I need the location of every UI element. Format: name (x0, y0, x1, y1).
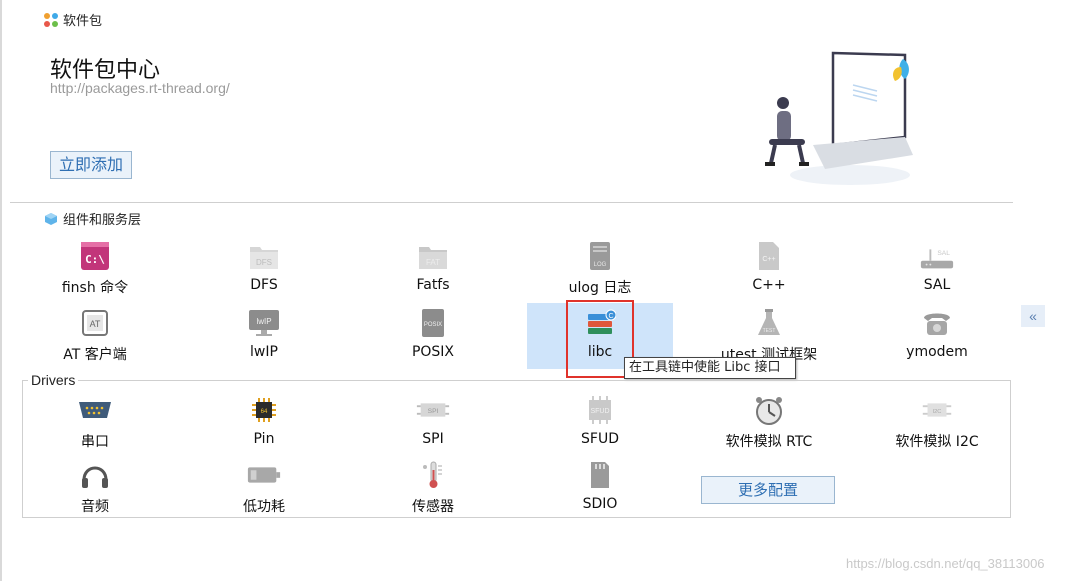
driver-label: SDIO (582, 496, 618, 512)
svg-text:AT: AT (90, 319, 101, 329)
svg-text:SAL: SAL (937, 250, 950, 257)
component-label: DFS (250, 277, 278, 293)
component-label: AT 客户端 (63, 347, 127, 363)
driver-label: 软件模拟 I2C (895, 434, 979, 450)
clock-icon (751, 394, 787, 426)
svg-text:C:\: C:\ (85, 253, 105, 266)
packages-url-link[interactable]: http://packages.rt-thread.org/ (50, 80, 230, 96)
driver-sdio[interactable]: SDIO (527, 455, 673, 521)
driver-label: 传感器 (412, 499, 454, 515)
component-label: POSIX (411, 344, 455, 360)
packages-header: 软件包 (44, 10, 102, 29)
driver-sfud[interactable]: SFUD SFUD (527, 390, 673, 456)
component-label: finsh 命令 (61, 280, 129, 296)
component-dfs[interactable]: DFS DFS (191, 236, 337, 302)
libc-tooltip: 在工具链中使能 Libc 接口 (624, 357, 796, 379)
posix-doc-icon: POSIX (415, 307, 451, 339)
at-device-icon: AT (77, 307, 113, 339)
component-ulog[interactable]: LOG ulog 日志 (527, 236, 673, 302)
more-config-button[interactable]: 更多配置 (701, 476, 835, 504)
i2c-icon: I2C (919, 394, 955, 426)
cpp-file-icon: C++ (751, 240, 787, 272)
component-label: lwIP (250, 344, 278, 360)
hero-illustration (765, 51, 913, 185)
svg-text:DFS: DFS (256, 258, 272, 267)
svg-text:SPI: SPI (428, 408, 439, 415)
svg-text:64: 64 (261, 409, 268, 415)
component-fatfs[interactable]: FAT Fatfs (360, 236, 506, 302)
driver-spi[interactable]: SPI SPI (360, 390, 506, 456)
component-label: ulog 日志 (568, 280, 632, 296)
drivers-group-title: Drivers (28, 372, 79, 388)
headphones-icon (77, 459, 113, 491)
add-now-button[interactable]: 立即添加 (50, 151, 132, 179)
driver-label: 串口 (81, 434, 109, 450)
watermark-text: https://blog.csdn.net/qq_38113006 (846, 556, 1045, 571)
spi-icon: SPI (415, 394, 451, 426)
svg-text:I2C: I2C (933, 409, 942, 415)
drivers-group (22, 380, 1011, 518)
packages-logo-icon (44, 12, 58, 27)
svg-text:FAT: FAT (426, 258, 440, 267)
collapse-panel-button[interactable]: « (1021, 305, 1045, 327)
battery-icon (246, 459, 282, 491)
components-section-title: 组件和服务层 (63, 212, 142, 227)
section-divider (10, 202, 1013, 203)
svg-text:LOG: LOG (594, 262, 607, 268)
svg-text:TEST: TEST (763, 328, 776, 334)
log-file-icon: LOG (582, 240, 618, 272)
driver-low-power[interactable]: 低功耗 (191, 455, 337, 521)
dfs-folder-icon: DFS (246, 240, 282, 272)
router-icon: SAL (919, 240, 955, 272)
driver-soft-rtc[interactable]: 软件模拟 RTC (696, 390, 842, 456)
chip-icon: 64 (246, 394, 282, 426)
fat-folder-icon: FAT (415, 240, 451, 272)
driver-label: SFUD (581, 431, 619, 447)
component-ymodem[interactable]: ymodem (864, 303, 1010, 369)
component-posix[interactable]: POSIX POSIX (360, 303, 506, 369)
component-sal[interactable]: SAL SAL (864, 236, 1010, 302)
flask-icon: TEST (751, 307, 787, 339)
components-section-header: 组件和服务层 (44, 209, 141, 228)
driver-label: 低功耗 (243, 499, 285, 515)
header-title: 软件包 (63, 13, 103, 28)
driver-serial[interactable]: 串口 (22, 390, 168, 456)
svg-text:POSIX: POSIX (424, 322, 442, 328)
driver-audio[interactable]: 音频 (22, 455, 168, 521)
component-at-client[interactable]: AT AT 客户端 (22, 303, 168, 369)
serial-port-icon (77, 394, 113, 426)
lwip-monitor-icon: lwIP (246, 307, 282, 339)
telephone-icon (919, 307, 955, 339)
cube-icon (45, 212, 57, 225)
svg-text:C++: C++ (762, 256, 775, 263)
driver-sensor[interactable]: 传感器 (360, 455, 506, 521)
sd-card-icon (582, 459, 618, 491)
driver-label: 音频 (81, 499, 109, 515)
component-lwip[interactable]: lwIP lwIP (191, 303, 337, 369)
component-label: Fatfs (416, 277, 450, 293)
terminal-icon: C:\ (77, 240, 113, 272)
component-cpp[interactable]: C++ C++ (696, 236, 842, 302)
component-label: C++ (752, 277, 786, 293)
window-left-border (0, 0, 2, 581)
component-label: SAL (923, 277, 951, 293)
component-label: ymodem (906, 344, 968, 360)
sfud-chip-icon: SFUD (582, 394, 618, 426)
component-finsh[interactable]: C:\ finsh 命令 (22, 236, 168, 302)
driver-soft-i2c[interactable]: I2C 软件模拟 I2C (864, 390, 1010, 456)
thermometer-icon (415, 459, 451, 491)
driver-pin[interactable]: 64 Pin (191, 390, 337, 456)
svg-text:SFUD: SFUD (590, 408, 609, 415)
driver-label: SPI (422, 431, 444, 447)
driver-label: Pin (253, 431, 275, 447)
svg-text:lwIP: lwIP (256, 317, 271, 326)
driver-label: 软件模拟 RTC (725, 434, 813, 450)
